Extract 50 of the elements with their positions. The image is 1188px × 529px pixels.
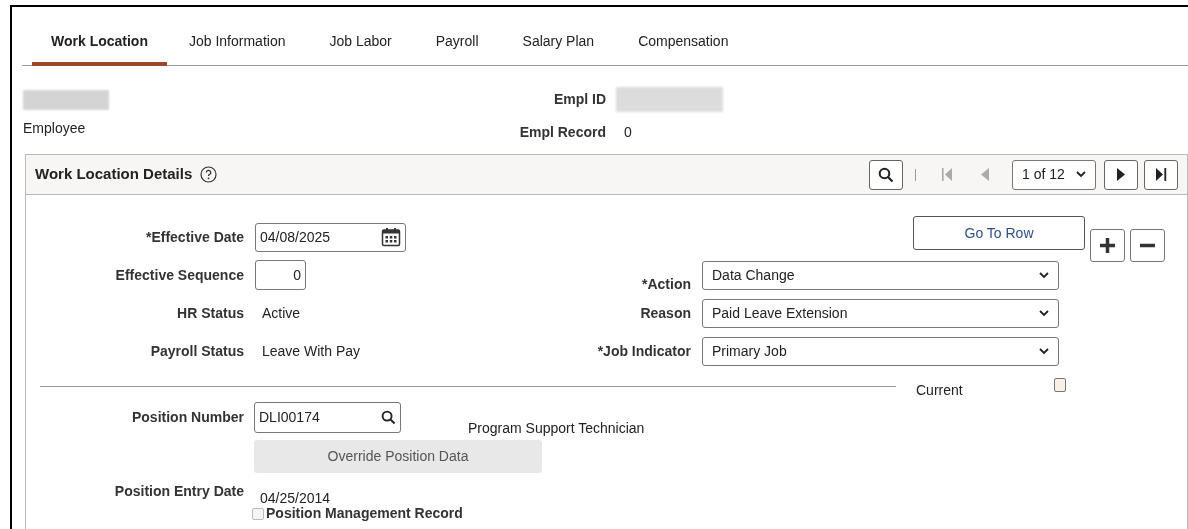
empl-id-label: Empl ID <box>552 90 606 109</box>
caret-icon <box>1039 347 1049 355</box>
tab[interactable]: Job Labor <box>307 31 414 65</box>
field-label: Position Entry Date <box>113 482 244 501</box>
add-row-button[interactable] <box>1090 229 1125 262</box>
panel-title: Work Location Details <box>35 164 193 185</box>
field-label: Reason <box>639 303 691 323</box>
field-label: Effective Sequence <box>114 265 244 285</box>
dropdown[interactable]: Primary Job <box>702 336 1059 366</box>
sequence-field[interactable]: 0 <box>255 260 306 290</box>
tab[interactable]: Payroll <box>413 31 501 65</box>
help-icon[interactable] <box>200 166 218 183</box>
tab[interactable]: Work Location <box>32 31 167 66</box>
calendar-icon[interactable] <box>381 227 401 247</box>
dropdown[interactable]: Paid Leave Extension <box>702 298 1059 328</box>
next-icon <box>1117 168 1125 181</box>
plus-icon <box>1099 237 1116 254</box>
go-to-row-button[interactable]: Go To Row <box>913 216 1085 250</box>
field-label: Payroll Status <box>149 341 244 361</box>
field-label: *Job Indicator <box>596 341 691 361</box>
remove-row-button[interactable] <box>1130 229 1165 262</box>
employee-label: Employee <box>23 119 87 138</box>
checkbox-label: Position Management Record <box>266 506 463 521</box>
current-label: Current <box>916 381 963 400</box>
position-title: Program Support Technician <box>468 419 645 438</box>
tab[interactable]: Salary Plan <box>500 31 617 65</box>
field-label: *Action <box>641 274 691 294</box>
field-label: Position Number <box>131 408 244 427</box>
position-number-field[interactable]: DLI00174 <box>254 402 401 433</box>
field-value: Active <box>262 303 301 323</box>
caret-icon <box>1076 171 1086 178</box>
empl-record-label: Empl Record <box>518 123 606 142</box>
tab[interactable]: Compensation <box>616 31 751 65</box>
dropdown[interactable]: Data Change <box>702 260 1059 290</box>
next-page-button[interactable] <box>1104 159 1138 190</box>
empl-record-value: 0 <box>624 123 632 142</box>
page-select[interactable]: 1 of 12 <box>1012 159 1096 190</box>
search-icon <box>878 166 894 183</box>
tab[interactable]: Job Information <box>166 31 308 65</box>
search-button[interactable] <box>869 159 903 190</box>
field-label: HR Status <box>176 303 244 323</box>
date-field[interactable]: 04/08/2025 <box>255 222 406 252</box>
last-page-button[interactable] <box>1144 159 1178 190</box>
caret-icon <box>1039 309 1049 317</box>
search-icon[interactable] <box>381 410 396 425</box>
last-icon <box>1155 168 1167 181</box>
field-value: Leave With Pay <box>262 341 361 361</box>
position-entry-date: 04/25/2014 <box>260 491 332 506</box>
field-label: *Effective Date <box>144 227 244 247</box>
caret-icon <box>1039 271 1049 279</box>
